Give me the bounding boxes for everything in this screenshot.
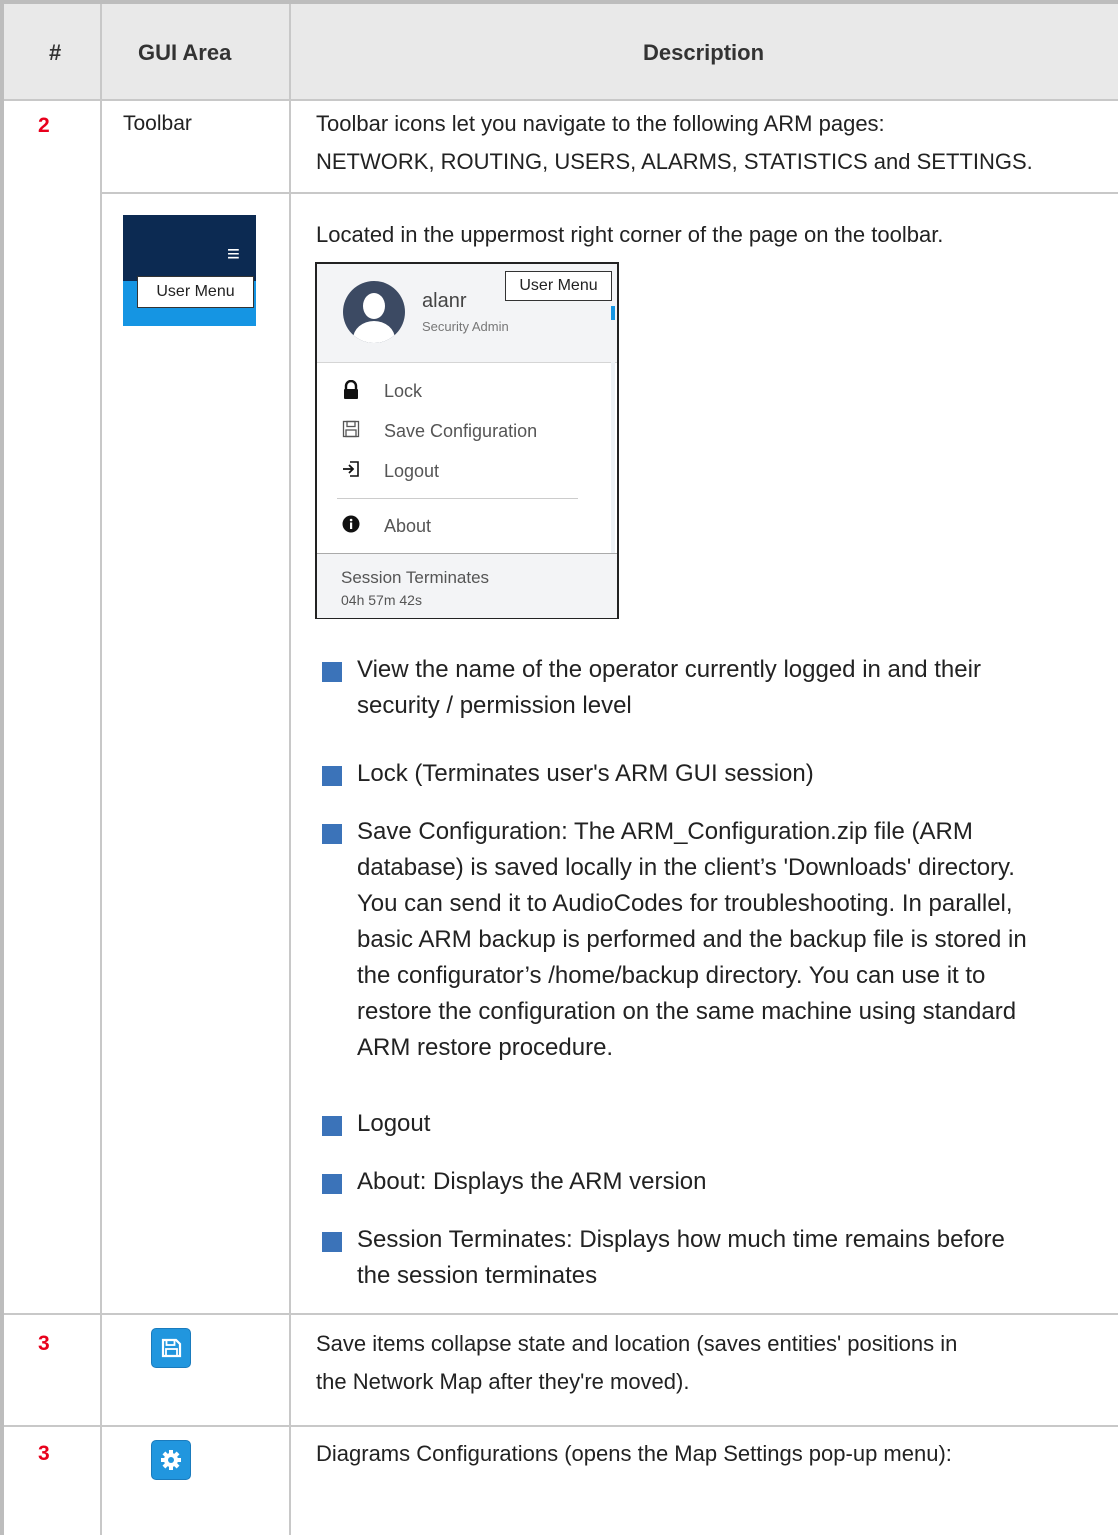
- bullet-marker: [322, 662, 342, 682]
- col-divider: [100, 4, 102, 99]
- bullet-line: Session Terminates: Displays how much ti…: [357, 1226, 1005, 1253]
- row-number: 2: [38, 114, 50, 137]
- bullet-item: Save Configuration: The ARM_Configuratio…: [357, 814, 1097, 1066]
- session-label: Session Terminates: [341, 568, 490, 587]
- row-number: 3: [38, 1442, 50, 1465]
- session-time: 04h 57m 42s: [341, 592, 422, 608]
- bullet-item: Logout: [357, 1106, 1097, 1142]
- col-divider: [289, 4, 291, 99]
- bullet-item: Session Terminates: Displays how much ti…: [357, 1222, 1097, 1294]
- menu-item-label: Save Configuration: [384, 421, 538, 441]
- bullet-item: About: Displays the ARM version: [357, 1164, 1097, 1200]
- user-menu-intro: Located in the uppermost right corner of…: [316, 222, 944, 247]
- bullet-line: Lock (Terminates user's ARM GUI session): [357, 760, 814, 787]
- username: alanr: [422, 290, 467, 312]
- bullet-line: View the name of the operator currently …: [357, 656, 981, 683]
- user-menu-thumbnail: ≡ User Menu: [123, 215, 256, 326]
- save-layout-button[interactable]: [151, 1328, 191, 1368]
- hamburger-menu-icon[interactable]: ≡: [227, 243, 240, 265]
- menu-item-label: Logout: [384, 461, 440, 481]
- toolbar-desc-line2: NETWORK, ROUTING, USERS, ALARMS, STATIST…: [316, 149, 1033, 174]
- avatar-head-shape: [363, 293, 385, 319]
- diagram-desc-line1: Diagrams Configurations (opens the Map S…: [316, 1441, 952, 1466]
- lock-icon: [339, 379, 363, 404]
- user-menu-tooltip: User Menu: [505, 271, 612, 301]
- bullet-marker: [322, 1116, 342, 1136]
- gui-area-label: Toolbar: [123, 112, 192, 135]
- bullet-marker: [322, 766, 342, 786]
- row-number: 3: [38, 1332, 50, 1355]
- header-number: #: [49, 40, 62, 65]
- bullet-item: Lock (Terminates user's ARM GUI session): [357, 756, 1097, 792]
- bullet-line: database) is saved locally in the client…: [357, 854, 1015, 881]
- table-border-top: [0, 0, 1118, 4]
- col-divider: [100, 99, 102, 1535]
- bullet-marker: [322, 1232, 342, 1252]
- menu-separator: [337, 498, 578, 499]
- bullet-line: Logout: [357, 1110, 431, 1137]
- menu-item-label: About: [384, 516, 432, 536]
- table-header: # GUI Area Description: [4, 4, 1118, 99]
- avatar: [343, 281, 405, 343]
- menu-item-label: Lock: [384, 381, 423, 401]
- row-divider: [4, 99, 1118, 101]
- table-border-left: [0, 0, 4, 1535]
- gui-area-table: # GUI Area Description 2 Toolbar Toolbar…: [0, 0, 1118, 1535]
- bullet-line: the session terminates: [357, 1262, 598, 1289]
- scroll-indicator: [611, 306, 615, 320]
- header-gui-area: GUI Area: [138, 40, 232, 65]
- bullet-line: ARM restore procedure.: [357, 1034, 614, 1061]
- bullet-line: basic ARM backup is performed and the ba…: [357, 926, 1027, 953]
- floppy-disk-icon: [339, 420, 363, 444]
- user-menu-tooltip: User Menu: [137, 276, 254, 308]
- col-divider: [289, 99, 291, 1535]
- row-divider: [4, 1313, 1118, 1315]
- bullet-line: security / permission level: [357, 692, 632, 719]
- session-footer: Session Terminates 04h 57m 42s: [317, 553, 617, 618]
- save-desc-line2: the Network Map after they're moved).: [316, 1369, 690, 1394]
- avatar-body-shape: [353, 321, 395, 343]
- row-divider: [102, 192, 1118, 194]
- bullet-line: About: Displays the ARM version: [357, 1168, 707, 1195]
- row-divider: [4, 1425, 1118, 1427]
- bullet-line: Save Configuration: The ARM_Configuratio…: [357, 818, 973, 845]
- bullet-line: restore the configuration on the same ma…: [357, 998, 1017, 1025]
- floppy-disk-icon: [161, 1338, 182, 1358]
- user-role: Security Admin: [422, 319, 509, 334]
- bullet-line: You can send it to AudioCodes for troubl…: [357, 890, 1013, 917]
- user-menu-popup: alanr Security Admin User Menu Lock Save…: [315, 262, 619, 619]
- info-icon: [339, 515, 363, 539]
- bullet-marker: [322, 1174, 342, 1194]
- save-desc-line1: Save items collapse state and location (…: [316, 1331, 958, 1356]
- toolbar-desc-line1: Toolbar icons let you navigate to the fo…: [316, 111, 885, 136]
- bullet-line: the configurator’s /home/backup director…: [357, 962, 986, 989]
- gear-icon: [161, 1450, 181, 1470]
- bullet-marker: [322, 824, 342, 844]
- bullet-item: View the name of the operator currently …: [357, 652, 1097, 724]
- header-description: Description: [643, 40, 765, 65]
- diagram-settings-button[interactable]: [151, 1440, 191, 1480]
- logout-icon: [339, 460, 363, 484]
- user-info-header: alanr Security Admin User Menu: [317, 264, 617, 363]
